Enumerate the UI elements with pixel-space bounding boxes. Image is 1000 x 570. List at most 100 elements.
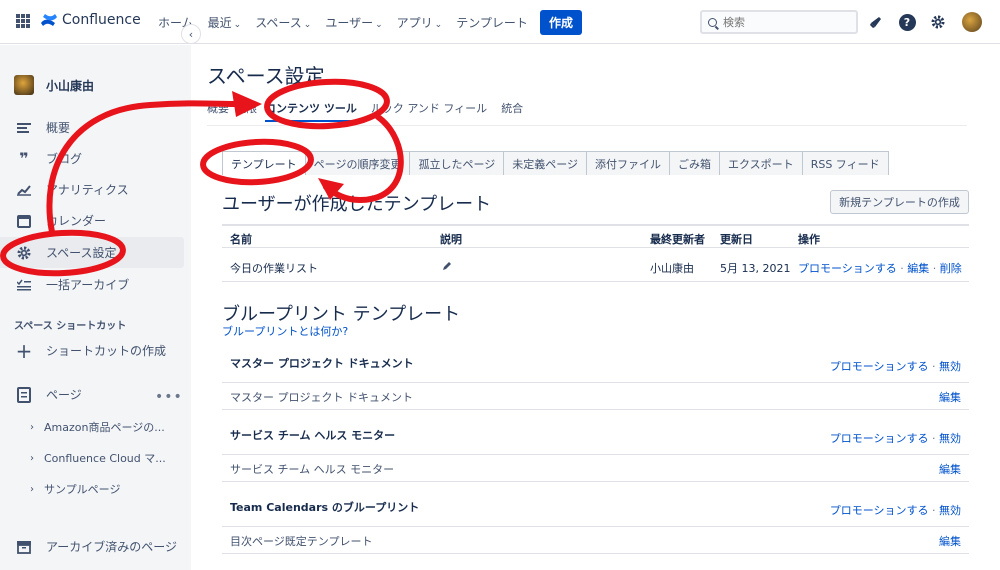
templates-table-header: 名前 説明 最終更新者 更新日 操作 <box>222 224 969 248</box>
sidebar-item-label: 概要 <box>46 121 71 135</box>
sidebar-item-label: ブログ <box>46 152 83 166</box>
top-navigation-bar: Confluence ホーム 最近 ⌄ スペース ⌄ ユーザー ⌄ アプリ ⌄ テンプレ… <box>0 0 1000 44</box>
blueprint-title: Team Calendars のブループリント <box>230 501 420 514</box>
blueprint-title: マスター プロジェクト ドキュメント <box>230 357 414 370</box>
page-tree-item[interactable]: › Amazon商品ページの... <box>30 419 165 435</box>
primary-nav: ホーム 最近 ⌄ スペース ⌄ ユーザー ⌄ アプリ ⌄ テンプレート <box>158 14 542 31</box>
content-tools-subtabs: テンプレート ページの順序変更 孤立したページ 未定義ページ 添付ファイル ごみ… <box>222 151 889 175</box>
subtab-templates[interactable]: テンプレート <box>222 151 306 175</box>
space-avatar <box>14 75 34 95</box>
space-header[interactable]: 小山康由 <box>14 75 94 95</box>
disable-link[interactable]: 無効 <box>939 432 961 445</box>
chevron-right-icon: › <box>30 483 34 495</box>
subtab-orphaned-pages[interactable]: 孤立したページ <box>409 151 505 175</box>
create-template-button[interactable]: 新規テンプレートの作成 <box>830 190 969 214</box>
quote-icon: ❞ <box>19 149 29 168</box>
chart-line-icon <box>16 182 32 198</box>
promote-link[interactable]: プロモーションする <box>830 432 929 445</box>
settings-button[interactable] <box>928 12 948 32</box>
subtab-reorder-pages[interactable]: ページの順序変更 <box>304 151 411 175</box>
space-name: 小山康由 <box>46 78 95 93</box>
user-templates-heading: ユーザーが作成したテンプレート <box>222 194 492 215</box>
sidebar-item-blog[interactable]: ❞ ブログ <box>0 143 184 174</box>
help-icon: ? <box>898 13 916 31</box>
blueprint-row: マスター プロジェクト ドキュメント プロモーションする · 無効 <box>222 349 969 383</box>
chevron-down-icon: ⌄ <box>375 20 383 30</box>
tab-look-and-feel[interactable]: ルック アンド フィール <box>371 100 487 122</box>
page-tree-item[interactable]: › サンプルページ <box>30 481 120 497</box>
search-box[interactable] <box>700 10 858 34</box>
promote-link[interactable]: プロモーションする <box>798 262 897 275</box>
nav-recent[interactable]: 最近 ⌄ <box>208 14 242 31</box>
profile-button[interactable] <box>962 12 982 32</box>
tab-overview[interactable]: 概要 <box>207 100 229 122</box>
disable-link[interactable]: 無効 <box>939 504 961 517</box>
chevron-left-icon: ‹ <box>188 27 194 41</box>
edit-link[interactable]: 編集 <box>939 533 961 549</box>
pencil-icon[interactable] <box>441 260 453 272</box>
column-header: 説明 <box>440 233 462 246</box>
create-shortcut-label: ショートカットの作成 <box>46 344 167 358</box>
sidebar-item-label: スペース設定 <box>46 246 117 260</box>
sidebar-item-label: アナリティクス <box>46 183 129 197</box>
edit-link[interactable]: 編集 <box>939 389 961 405</box>
notifications-button[interactable] <box>866 12 886 32</box>
more-options-icon[interactable]: ••• <box>155 389 183 405</box>
create-button[interactable]: 作成 <box>540 10 582 35</box>
create-shortcut-button[interactable]: + ショートカットの作成 <box>0 335 184 366</box>
logo-text: Confluence <box>62 12 141 28</box>
blueprint-title: サービス チーム ヘルス モニター <box>230 429 396 442</box>
edit-link[interactable]: 編集 <box>907 262 929 275</box>
subtab-trash[interactable]: ごみ箱 <box>669 151 721 175</box>
disable-link[interactable]: 無効 <box>939 360 961 373</box>
archived-pages-link[interactable]: アーカイブ済みのページ <box>0 531 184 562</box>
confluence-logo[interactable]: Confluence <box>40 12 141 28</box>
subtab-attachments[interactable]: 添付ファイル <box>586 151 671 175</box>
column-header: 名前 <box>230 233 252 246</box>
updated-date: 5月 13, 2021 <box>720 262 791 275</box>
blueprint-template-name: 目次ページ既定テンプレート <box>230 535 373 548</box>
confluence-logo-icon <box>41 14 57 26</box>
tab-content-tools[interactable]: コンテンツ ツール <box>265 100 357 122</box>
sidebar-item-overview[interactable]: 概要 <box>0 112 184 143</box>
nav-spaces[interactable]: スペース ⌄ <box>255 14 311 31</box>
blueprint-template-name: マスター プロジェクト ドキュメント <box>230 391 413 404</box>
template-name-link[interactable]: 今日の作業リスト <box>230 260 318 276</box>
column-header: 操作 <box>798 233 820 246</box>
shortcut-section-title: スペース ショートカット <box>14 321 127 332</box>
promote-link[interactable]: プロモーションする <box>830 504 929 517</box>
subtab-rss-feed[interactable]: RSS フィード <box>801 151 889 175</box>
blueprint-template-name: サービス チーム ヘルス モニター <box>230 463 395 476</box>
search-icon <box>708 17 717 27</box>
nav-apps[interactable]: アプリ ⌄ <box>397 14 443 31</box>
tab-integrations[interactable]: 統合 <box>501 100 523 122</box>
sidebar-item-bulk-archive[interactable]: 一括アーカイブ <box>0 269 184 300</box>
help-button[interactable]: ? <box>897 12 917 32</box>
calendar-icon <box>16 213 32 229</box>
sidebar-collapse-button[interactable]: ‹ <box>181 24 201 44</box>
sidebar-item-analytics[interactable]: アナリティクス <box>0 174 184 205</box>
delete-link[interactable]: 削除 <box>940 262 962 275</box>
edit-link[interactable]: 編集 <box>939 461 961 477</box>
page-tree-item[interactable]: › Confluence Cloud マ... <box>30 450 166 466</box>
sidebar: 小山康由 概要 ❞ ブログ アナリティクス カレンダー スペース設定 一括アーカ… <box>0 45 191 570</box>
subtab-export[interactable]: エクスポート <box>719 151 803 175</box>
sidebar-item-calendar[interactable]: カレンダー <box>0 205 184 236</box>
sidebar-item-space-settings[interactable]: スペース設定 <box>0 237 184 268</box>
what-is-blueprint-link[interactable]: ブループリントとは何か? <box>222 323 348 339</box>
app-switcher-icon[interactable] <box>16 14 30 28</box>
blueprint-template-row: 目次ページ既定テンプレート 編集 <box>222 527 969 554</box>
search-input[interactable] <box>723 15 843 29</box>
gear-icon <box>931 15 945 29</box>
chevron-right-icon: › <box>30 421 34 433</box>
nav-templates[interactable]: テンプレート <box>456 14 528 31</box>
updated-by-link[interactable]: 小山康由 <box>650 260 694 276</box>
menu-lines-icon <box>16 120 32 136</box>
subtab-undefined-pages[interactable]: 未定義ページ <box>503 151 588 175</box>
nav-people[interactable]: ユーザー ⌄ <box>325 14 382 31</box>
promote-link[interactable]: プロモーションする <box>830 360 929 373</box>
blueprint-row: Team Calendars のブループリント プロモーションする · 無効 <box>222 493 969 527</box>
archive-box-icon <box>16 539 32 555</box>
tab-permissions[interactable]: 権限 <box>235 100 257 122</box>
chevron-down-icon: ⌄ <box>303 20 312 30</box>
